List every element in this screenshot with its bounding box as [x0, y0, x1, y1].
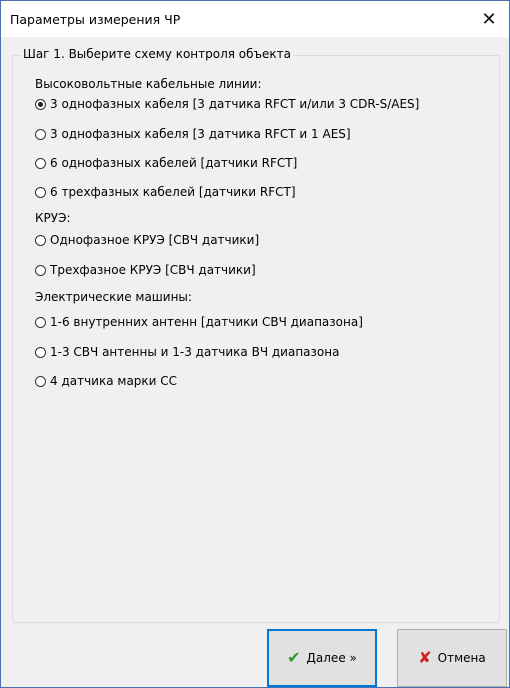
radio-option-label: 1-6 внутренних антенн [датчики СВЧ диапа…: [50, 315, 363, 329]
section-label-machines: Электрические машины:: [35, 290, 192, 304]
close-button[interactable]: ✕: [469, 1, 509, 37]
radio-button-icon[interactable]: [35, 234, 46, 246]
cancel-button-label: Отмена: [437, 651, 486, 665]
dialog-window: Параметры измерения ЧР ✕ Шаг 1. Выберите…: [0, 0, 510, 688]
title-bar: Параметры измерения ЧР ✕: [1, 1, 509, 37]
radio-button-icon[interactable]: [35, 128, 46, 140]
radio-button-icon[interactable]: [35, 264, 46, 276]
radio-option-label: 4 датчика марки СС: [50, 374, 178, 388]
radio-button-icon[interactable]: [35, 157, 46, 169]
radio-option-label: Трехфазное КРУЭ [СВЧ датчики]: [50, 263, 256, 277]
checkmark-icon: ✔: [287, 648, 301, 667]
cancel-button[interactable]: ✘ Отмена: [397, 629, 507, 687]
radio-option-label: 3 однофазных кабеля [3 датчика RFCT и/ил…: [50, 97, 420, 111]
radio-option-5[interactable]: Однофазное КРУЭ [СВЧ датчики]: [35, 233, 259, 247]
radio-option-2[interactable]: 3 однофазных кабеля [3 датчика RFCT и 1 …: [35, 127, 351, 141]
scheme-groupbox: Шаг 1. Выберите схему контроля объекта В…: [12, 47, 500, 623]
radio-option-7[interactable]: 1-6 внутренних антенн [датчики СВЧ диапа…: [35, 315, 363, 329]
radio-option-label: 1-3 СВЧ антенны и 1-3 датчика ВЧ диапазо…: [50, 345, 340, 359]
radio-option-3[interactable]: 6 однофазных кабелей [датчики RFCT]: [35, 156, 297, 170]
radio-button-icon[interactable]: [35, 98, 46, 110]
section-label-hv-cables: Высоковольтные кабельные линии:: [35, 77, 262, 91]
radio-option-label: 6 трехфазных кабелей [датчики RFCT]: [50, 185, 296, 199]
radio-button-icon[interactable]: [35, 346, 46, 358]
radio-button-icon[interactable]: [35, 316, 46, 328]
radio-option-label: 6 однофазных кабелей [датчики RFCT]: [50, 156, 298, 170]
radio-button-icon[interactable]: [35, 186, 46, 198]
next-button[interactable]: ✔ Далее »: [267, 629, 377, 687]
radio-option-4[interactable]: 6 трехфазных кабелей [датчики RFCT]: [35, 185, 296, 199]
radio-button-icon[interactable]: [35, 375, 46, 387]
radio-option-label: 3 однофазных кабеля [3 датчика RFCT и 1 …: [50, 127, 351, 141]
group-legend: Шаг 1. Выберите схему контроля объекта: [21, 47, 293, 61]
section-label-kru: КРУЭ:: [35, 211, 71, 225]
next-button-label: Далее »: [306, 651, 357, 665]
radio-option-6[interactable]: Трехфазное КРУЭ [СВЧ датчики]: [35, 263, 256, 277]
x-icon: ✘: [418, 648, 432, 667]
radio-option-9[interactable]: 4 датчика марки СС: [35, 374, 177, 388]
window-title: Параметры измерения ЧР: [10, 12, 181, 27]
radio-option-label: Однофазное КРУЭ [СВЧ датчики]: [50, 233, 260, 247]
radio-option-1[interactable]: 3 однофазных кабеля [3 датчика RFCT и/ил…: [35, 97, 419, 111]
radio-option-8[interactable]: 1-3 СВЧ антенны и 1-3 датчика ВЧ диапазо…: [35, 345, 339, 359]
